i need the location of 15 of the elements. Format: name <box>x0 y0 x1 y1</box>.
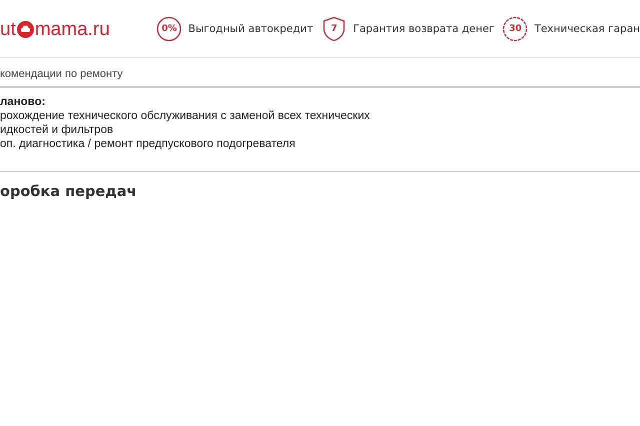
logo-text[interactable]: mama.ru <box>34 18 110 40</box>
section-heading: оробка передач <box>0 184 138 200</box>
badge-icon: 0% <box>156 16 182 42</box>
feature-label[interactable]: Гарантия возврата денег <box>353 22 494 34</box>
feature-label[interactable]: Техническая гаран <box>534 22 640 34</box>
section-title: комендации по ремонту <box>0 68 640 88</box>
badge-icon: 7 <box>321 16 348 42</box>
plan-heading: ланово: <box>0 95 46 109</box>
recommendation-text: оп. диагностика / ремонт предпускового подогревателя <box>0 137 296 151</box>
car-icon <box>16 21 34 38</box>
recommendation-text: рохождение технического обслуживания с заменой всех технических <box>0 109 371 123</box>
logo-text[interactable]: ut <box>0 18 16 40</box>
feature-label[interactable]: Выгодный автокредит <box>188 22 314 34</box>
recommendation-text: идкостей и фильтров <box>0 123 114 137</box>
badge-icon: 30 <box>502 16 528 42</box>
